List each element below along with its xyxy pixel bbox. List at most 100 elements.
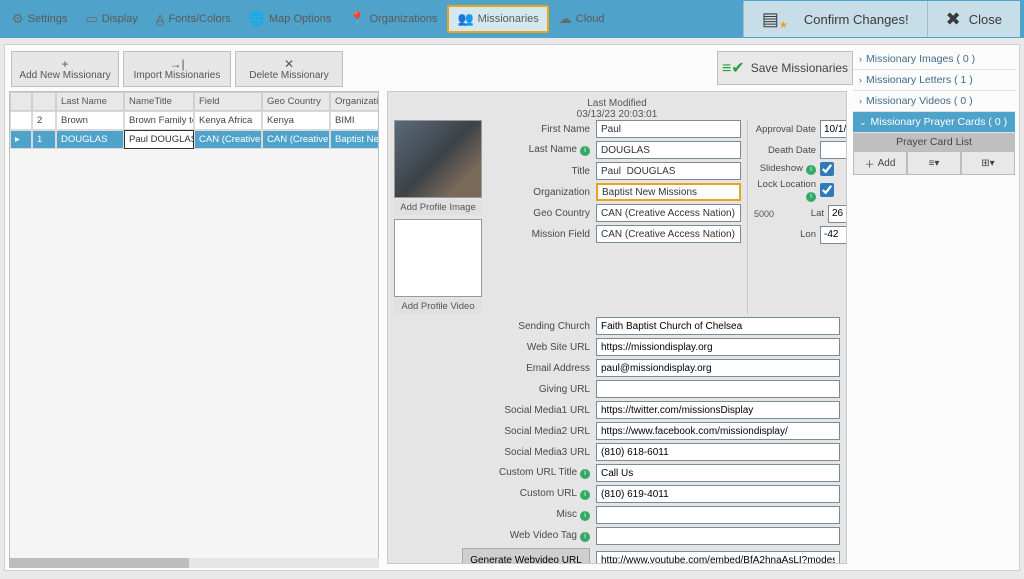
prayer-add-button[interactable]: ＋Add [853,151,907,175]
info-icon[interactable]: i [580,146,590,156]
button-label: Import Missionaries [134,70,221,81]
chevron-down-icon: ⌄ [859,117,867,128]
confirm-changes-button[interactable]: ▤★Confirm Changes! [743,1,927,37]
acc-prayer-cards[interactable]: ⌄Missionary Prayer Cards ( 0 ) [853,112,1015,133]
label-lon: Lon [754,229,816,240]
info-icon[interactable]: i [580,469,590,479]
giving-url-input[interactable] [596,380,840,398]
add-missionary-button[interactable]: +Add New Missionary [11,51,119,87]
cell-editing[interactable]: Paul DOUGLAS [124,130,194,149]
save-missionaries-button[interactable]: ≡✔ Save Missionaries [717,51,853,85]
label-lat: Lat [778,208,824,219]
title-input[interactable] [596,162,741,180]
webvideo-url-input[interactable] [596,551,840,564]
col-nametitle[interactable]: NameTitle [124,92,194,111]
sending-church-input[interactable] [596,317,840,335]
death-date-input[interactable] [820,141,847,159]
web-video-tag-input[interactable] [596,527,840,545]
label-death: Death Date [754,145,816,156]
plus-icon: + [61,58,68,70]
label-sm3: Social Media3 URL [394,447,590,458]
col-geo[interactable]: Geo Country [262,92,330,111]
first-name-input[interactable] [596,120,741,138]
lon-input[interactable] [820,226,847,244]
profile-video[interactable] [394,219,482,297]
website-input[interactable] [596,338,840,356]
pin-icon: 📍 [349,11,365,27]
gear-icon: ⚙ [12,11,24,27]
col-lastname[interactable]: Last Name [56,92,124,111]
delete-missionary-button[interactable]: ✕Delete Missionary [235,51,343,87]
prayer-card-toolbar: ＋Add ≡▾ ⊞▾ [853,151,1015,175]
import-missionaries-button[interactable]: →|Import Missionaries [123,51,231,87]
font-icon: A̲ [156,12,165,27]
grid-scrollbar[interactable] [9,558,379,568]
last-modified: Last Modified 03/13/23 20:03:01 [394,98,840,120]
menu-cloud[interactable]: ☁Cloud [551,7,613,31]
label-title: Title [488,166,590,177]
chevron-right-icon: › [859,75,862,85]
acc-videos[interactable]: ›Missionary Videos ( 0 ) [853,91,1015,112]
top-bar: ⚙ Settings ▭Display A̲Fonts/Colors 🌐Map O… [0,0,1024,38]
stack-icon: ▤ [762,9,779,30]
add-profile-image-button[interactable]: Add Profile Image [394,200,482,215]
email-input[interactable] [596,359,840,377]
label-lock: Lock Locationi [754,179,816,202]
profile-image[interactable] [394,120,482,198]
plus-icon: ＋ [865,156,875,171]
label-church: Sending Church [394,321,590,332]
info-icon[interactable]: i [580,490,590,500]
approval-date-input[interactable] [820,120,847,138]
prayer-sort-button[interactable]: ≡▾ [907,151,961,175]
cell: DOUGLAS [56,130,124,149]
generate-webvideo-button[interactable]: Generate Webvideo URL [462,548,590,564]
sm2-input[interactable] [596,422,840,440]
custom-url-title-input[interactable] [596,464,840,482]
label-approval: Approval Date [754,124,816,135]
menu-display[interactable]: ▭Display [77,7,145,31]
misc-input[interactable] [596,506,840,524]
sm3-input[interactable] [596,443,840,461]
menu-map[interactable]: 🌐Map Options [241,7,340,31]
info-icon[interactable]: i [806,192,816,202]
menu-missionaries[interactable]: 👥Missionaries [447,5,548,33]
prayer-card-list-header: Prayer Card List [853,133,1015,151]
col-field[interactable]: Field [194,92,262,111]
star-icon: ★ [779,20,788,31]
grid-row[interactable]: 2 Brown Brown Family to Kenya Africa Ken… [10,111,378,130]
slideshow-checkbox[interactable] [820,162,834,176]
missionary-grid[interactable]: Last Name NameTitle Field Geo Country Or… [9,91,379,564]
acc-letters[interactable]: ›Missionary Letters ( 1 ) [853,70,1015,91]
info-icon[interactable]: i [806,165,816,175]
info-icon[interactable]: i [580,511,590,521]
lat-input[interactable] [828,205,847,223]
grid-header: Last Name NameTitle Field Geo Country Or… [10,92,378,111]
add-profile-video-button[interactable]: Add Profile Video [394,299,482,314]
geo-country-select[interactable]: CAN (Creative Access Nation) [596,204,741,222]
scrollbar-thumb[interactable] [9,558,189,568]
chevron-right-icon: › [859,96,862,106]
modified-label: Last Modified [394,98,840,109]
import-icon: →| [169,58,184,70]
menu-settings[interactable]: ⚙ Settings [4,7,75,31]
close-button[interactable]: ✖Close [927,1,1020,37]
lock-location-checkbox[interactable] [820,183,834,197]
sm1-input[interactable] [596,401,840,419]
organization-select[interactable]: Baptist New Missions [596,183,741,201]
label-sm2: Social Media2 URL [394,426,590,437]
custom-url-input[interactable] [596,485,840,503]
acc-images[interactable]: ›Missionary Images ( 0 ) [853,49,1015,70]
col-org[interactable]: Organization [330,92,379,111]
menu-label: Settings [28,13,68,25]
mission-field-input[interactable] [596,225,741,243]
prayer-date-button[interactable]: ⊞▾ [961,151,1015,175]
zoom-value: 5000 [754,209,774,219]
info-icon[interactable]: i [580,532,590,542]
last-name-input[interactable] [596,141,741,159]
row-num: 1 [32,130,56,149]
side-column: Approval Date Death Date Slideshowi Lock… [754,120,847,314]
menu-organizations[interactable]: 📍Organizations [341,7,445,31]
grid-row-selected[interactable]: ▸1 DOUGLAS Paul DOUGLAS CAN (Creative Ac… [10,130,378,149]
menu-fonts[interactable]: A̲Fonts/Colors [148,8,239,31]
content-frame: +Add New Missionary →|Import Missionarie… [4,44,1020,571]
